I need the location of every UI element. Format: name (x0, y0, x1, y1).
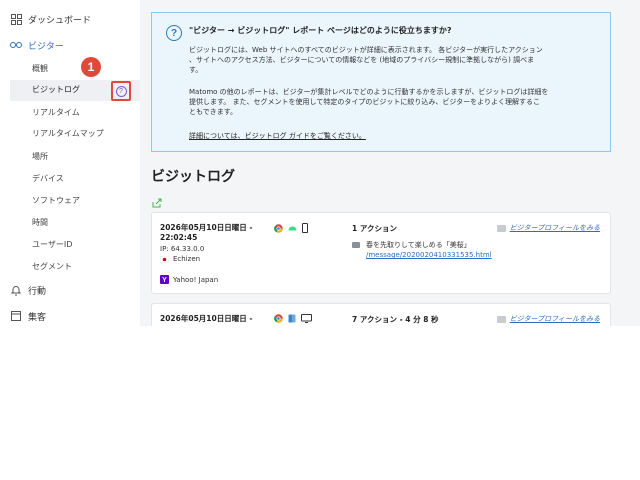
sidebar-item-label: 集客 (28, 312, 47, 323)
sidebar-item-user-id[interactable]: ユーザーID (32, 238, 72, 252)
help-paragraph-1: ビジットログには、Web サイトへのすべてのビジットが詳細に表示されます。 各ビ… (189, 45, 607, 75)
guide-link[interactable]: 詳細については、ビジットログ ガイドをご覧ください。 (189, 131, 366, 141)
sidebar-item-devices[interactable]: デバイス (32, 172, 64, 186)
sidebar-item-behavior[interactable]: 行動 (10, 281, 46, 299)
step-badge: 1 (81, 57, 101, 77)
desktop-icon (301, 314, 312, 323)
visit-actions-count: 7 アクション - 4 分 8 秒 (352, 315, 439, 324)
visitor-profile-link[interactable]: ビジタープロフィールをみる (496, 223, 600, 233)
japan-flag-icon (160, 255, 169, 263)
help-paragraph-2: Matomo の他のレポートは、ビジターが集計レベルでどのように行動するかを示し… (189, 87, 607, 117)
chrome-icon (274, 314, 283, 323)
visit-date: 2026年05月10日日曜日 - 22:02:45 (160, 223, 252, 243)
bell-icon (10, 284, 22, 296)
sidebar-item-times[interactable]: 時間 (32, 216, 48, 230)
mac-os-icon (288, 314, 296, 323)
help-panel: ? "ビジター → ビジットログ" レポート ページはどのように役立ちますか? … (151, 12, 611, 152)
visit-date: 2026年05月10日日曜日 - (160, 314, 252, 324)
sidebar-item-segments[interactable]: セグメント (32, 260, 72, 274)
question-icon: ? (115, 85, 127, 97)
sidebar-item-locations[interactable]: 場所 (32, 150, 48, 164)
sidebar-item-overview[interactable]: 概観 (32, 62, 48, 76)
main-content: ? "ビジター → ビジットログ" レポート ページはどのように役立ちますか? … (140, 0, 640, 326)
grid-icon (10, 13, 22, 25)
location-name: Echizen (173, 255, 201, 263)
android-icon (288, 226, 297, 231)
text-line: Matomo の他のレポートは、ビジターが集計レベルでどのように行動するかを示し… (189, 88, 549, 96)
help-button[interactable]: ? (111, 81, 131, 101)
matomo-app: ダッシュボード ビジター 概観 ビジットログ リアルタイム リアルタイムマップ … (0, 0, 640, 326)
visitors-icon (10, 39, 22, 51)
referrer-name: Yahoo! Japan (173, 275, 219, 284)
visit-actions-count: 1 アクション (352, 224, 397, 233)
question-circle-icon: ? (166, 25, 182, 41)
date-line: 2026年05月10日日曜日 - (160, 314, 253, 323)
sidebar-item-acquisition[interactable]: 集客 (10, 307, 46, 325)
svg-text:Y: Y (162, 277, 167, 284)
profile-link-label: ビジタープロフィールをみる (509, 224, 600, 232)
help-panel-title: "ビジター → ビジットログ" レポート ページはどのように役立ちますか? (189, 26, 452, 35)
sidebar: ダッシュボード ビジター 概観 ビジットログ リアルタイム リアルタイムマップ … (0, 0, 140, 326)
date-line: 2026年05月10日日曜日 - (160, 223, 253, 232)
smartphone-icon (302, 223, 308, 233)
sidebar-item-software[interactable]: ソフトウェア (32, 194, 80, 208)
profile-icon (496, 224, 506, 232)
time-line: 22:02:45 (160, 233, 198, 242)
sidebar-item-realtime[interactable]: リアルタイム (32, 106, 80, 120)
window-icon (10, 310, 22, 322)
visit-device-icons (274, 223, 308, 233)
visited-page-title: 春を先取りして楽しめる「美桜」 (352, 240, 471, 250)
visit-card: 2026年05月10日日曜日 - 7 アクション - 4 分 8 秒 ビジタープ… (151, 303, 611, 326)
page-title-text: 春を先取りして楽しめる「美桜」 (366, 241, 471, 249)
sidebar-item-label: ビジットログ (32, 85, 80, 94)
profile-icon (496, 315, 506, 323)
visit-ip: IP: 64.33.0.0 (160, 245, 205, 253)
visitor-profile-link[interactable]: ビジタープロフィールをみる (496, 314, 600, 324)
profile-link-label: ビジタープロフィールをみる (509, 315, 600, 323)
sidebar-item-dashboard[interactable]: ダッシュボード (10, 10, 91, 28)
yahoo-icon: Y (160, 275, 169, 284)
text-line: ビジットログには、Web サイトへのすべてのビジットが詳細に表示されます。 各ビ… (189, 46, 543, 54)
sidebar-item-visitors[interactable]: ビジター (10, 36, 64, 54)
folder-icon (352, 242, 360, 248)
sidebar-item-label: ダッシュボード (28, 15, 92, 26)
visit-card: 2026年05月10日日曜日 - 22:02:45 IP: 64.33.0.0 … (151, 212, 611, 294)
text-line: 、サイトへのアクセス方法、ビジターについての情報などを (地域のプライバシー規制… (189, 56, 535, 64)
page-title: ビジットログ (151, 169, 235, 185)
sidebar-item-realtime-map[interactable]: リアルタイムマップ (32, 127, 104, 141)
export-icon[interactable] (152, 193, 162, 212)
sidebar-item-label: ビジター (28, 41, 64, 52)
visit-referrer: Y Yahoo! Japan (160, 275, 218, 284)
text-line: 提供します。 また、セグメントを使用して特定のタイプのビジットに絞り込み、ビジタ… (189, 98, 541, 106)
text-line: す。 (189, 66, 203, 74)
visit-location: Echizen (160, 255, 200, 263)
sidebar-item-label: 行動 (28, 286, 47, 297)
visited-page-url[interactable]: /message/2020020410331535.html (366, 251, 492, 259)
text-line: ともできます。 (189, 108, 238, 116)
chrome-icon (274, 223, 283, 233)
visit-device-icons (274, 314, 312, 323)
